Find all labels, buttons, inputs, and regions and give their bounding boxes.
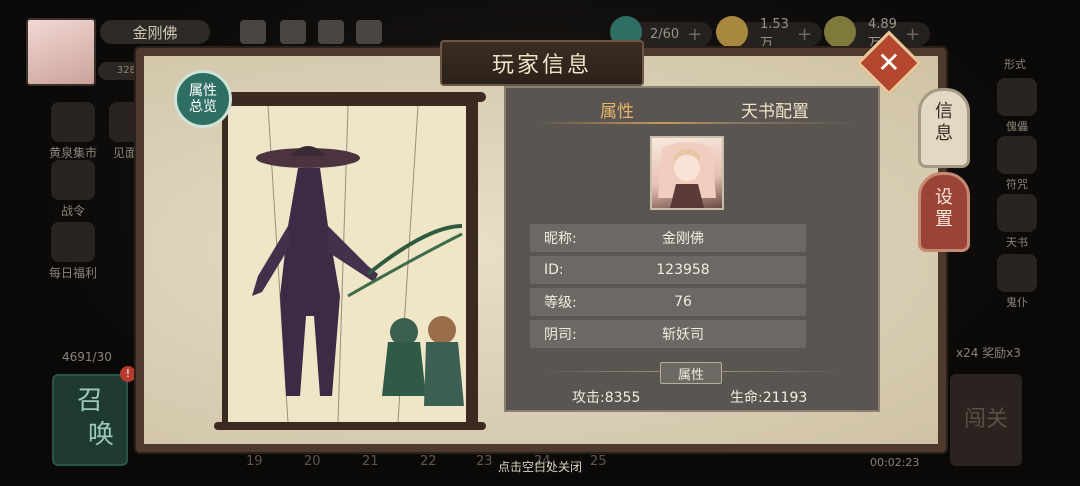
- tab-attributes[interactable]: 属性: [570, 96, 664, 122]
- ghost-servant-icon: [997, 254, 1037, 292]
- field-id: ID: 123958: [530, 256, 806, 284]
- right-menu-puppet[interactable]: 傀儡: [992, 78, 1042, 134]
- menu-icon[interactable]: [356, 20, 382, 44]
- right-bottom-button[interactable]: 闯关: [950, 374, 1022, 466]
- menu-label: 战令: [60, 204, 85, 218]
- coin-icon: [824, 16, 856, 48]
- plus-icon[interactable]: +: [797, 24, 812, 45]
- tab-underline: [536, 122, 860, 124]
- attributes-title: 属性: [660, 362, 722, 384]
- character-art: [228, 105, 466, 423]
- chapter-22[interactable]: 22: [420, 454, 437, 469]
- close-hint: 点击空白处关闭: [497, 460, 582, 474]
- shadow-puppet-illustration: [252, 105, 464, 423]
- battle-pass-icon: [51, 160, 95, 200]
- menu-label: 黄泉集市: [48, 146, 97, 160]
- field-key: 等级:: [544, 295, 577, 311]
- dialog-title: 玩家信息: [440, 40, 644, 86]
- side-tag-info[interactable]: 信息: [918, 88, 970, 168]
- summon-label-2: 唤: [87, 420, 114, 450]
- field-yinsi: 阴司: 斩妖司: [530, 320, 806, 348]
- market-icon: [51, 102, 95, 142]
- right-menu-talisman[interactable]: 符咒: [992, 136, 1042, 192]
- field-value: 76: [674, 294, 692, 310]
- menu-label: 每日福利: [48, 266, 97, 280]
- right-menu-form[interactable]: 形式: [990, 56, 1040, 72]
- resource-value: 2/60: [650, 26, 680, 42]
- portrait-illustration: [658, 142, 716, 208]
- side-tag-settings[interactable]: 设置: [918, 172, 970, 252]
- field-value: 斩妖司: [662, 327, 704, 343]
- close-icon: ✕: [877, 46, 901, 79]
- tab-book-config[interactable]: 天书配置: [720, 96, 830, 122]
- plus-icon[interactable]: +: [687, 24, 702, 45]
- field-level: 等级: 76: [530, 288, 806, 316]
- tag-label-1: 信: [935, 101, 953, 122]
- daily-bonus-icon: [51, 222, 95, 262]
- menu-label: 形式: [1004, 58, 1026, 71]
- menu-label: 符咒: [1006, 178, 1028, 191]
- energy-counter: 4691/30: [62, 350, 112, 364]
- summon-badge: !: [120, 366, 136, 382]
- talisman-icon: [997, 136, 1037, 174]
- field-value: 123958: [656, 262, 710, 278]
- menu-label: 天书: [1006, 236, 1028, 249]
- book-icon: [997, 194, 1037, 232]
- summon-button[interactable]: 召唤: [52, 374, 128, 466]
- scroll-rod-bottom: [214, 422, 486, 430]
- right-menu-ghost-servant[interactable]: 鬼仆: [992, 254, 1042, 310]
- left-menu-battle-pass[interactable]: 战令: [38, 160, 108, 219]
- right-menu-book[interactable]: 天书: [992, 194, 1042, 250]
- puppet-icon: [997, 78, 1037, 116]
- plus-icon[interactable]: +: [905, 24, 920, 45]
- chapter-19[interactable]: 19: [246, 454, 263, 469]
- player-portrait: [650, 136, 724, 210]
- menu-label: 傀儡: [1006, 120, 1028, 133]
- tag-label-2: 息: [935, 123, 953, 144]
- resource-value: 1.53万: [760, 17, 789, 51]
- badge-label-1: 属性: [189, 83, 217, 99]
- left-menu-daily[interactable]: 每日福利: [38, 222, 108, 281]
- field-key: 昵称:: [544, 231, 577, 247]
- attribute-overview-badge[interactable]: 属性 总览: [174, 70, 232, 128]
- tag-label-2: 置: [935, 209, 953, 230]
- field-value: 金刚佛: [662, 231, 704, 247]
- scroll-rod-top: [214, 92, 486, 102]
- stat-hp: 生命:21193: [730, 390, 808, 406]
- summon-label-1: 召: [76, 386, 103, 416]
- chapter-21[interactable]: 21: [362, 454, 379, 469]
- gold-ingot-icon: [716, 16, 748, 48]
- rank-icon[interactable]: [318, 20, 344, 44]
- player-avatar[interactable]: [26, 18, 96, 86]
- player-name-top: 金刚佛: [100, 20, 210, 44]
- stat-attack: 攻击:8355: [572, 390, 641, 406]
- field-key: 阴司:: [544, 327, 577, 343]
- tag-label-1: 设: [935, 187, 953, 208]
- reward-text: x24 奖励x3: [956, 346, 1021, 360]
- menu-label: 鬼仆: [1006, 296, 1028, 309]
- chapter-20[interactable]: 20: [304, 454, 321, 469]
- field-key: ID:: [544, 262, 564, 278]
- mail-icon[interactable]: [240, 20, 266, 44]
- bag-icon[interactable]: [280, 20, 306, 44]
- field-nickname: 昵称: 金刚佛: [530, 224, 806, 252]
- timer: 00:02:23: [870, 456, 920, 469]
- badge-label-2: 总览: [189, 99, 217, 115]
